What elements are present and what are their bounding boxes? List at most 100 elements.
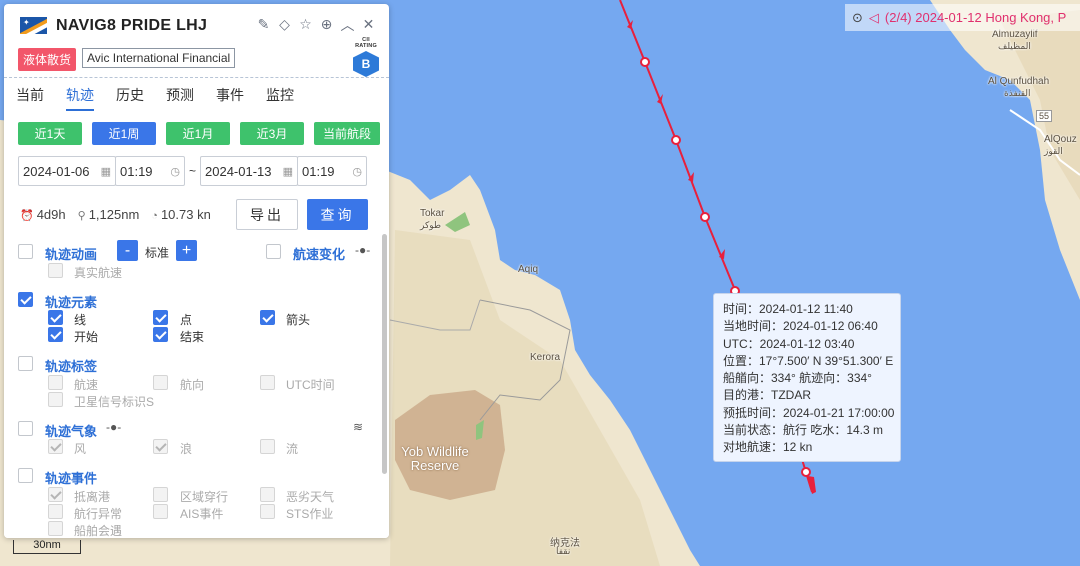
tooltip-status: 当前状态：航行 吃水：14.3 m [723, 423, 884, 438]
star-icon[interactable]: ☆ [297, 16, 314, 33]
tab-history[interactable]: 历史 [116, 84, 144, 112]
target-icon[interactable]: ⊕ [318, 16, 335, 33]
map-view[interactable]: Tokar طوكر Aqiq Kerora Yob Wildlife Rese… [0, 0, 1080, 566]
element-point-label: 点 [180, 313, 193, 327]
label-speed-label: 航速 [74, 378, 99, 392]
range-1month-button[interactable]: 近1月 [166, 122, 230, 145]
speed-change-checkbox[interactable] [266, 244, 281, 259]
distance-stat: ⚲ 1,125nm [78, 207, 140, 222]
place-almuzaylif-ar: المظيلف [998, 41, 1031, 51]
alarm-clock-icon: ⏰ [20, 210, 34, 222]
element-start-checkbox[interactable] [48, 327, 63, 342]
distance-icon: ⚲ [77, 210, 86, 222]
place-alqouz: AlQouz [1044, 134, 1077, 145]
event-weather-checkbox [260, 487, 275, 502]
end-date-field[interactable]: 2024-01-13 ▦ [200, 156, 298, 186]
back-icon[interactable]: ⊙ [852, 10, 863, 26]
place-tokar: Tokar [420, 208, 445, 219]
tab-monitor[interactable]: 监控 [266, 84, 294, 112]
edit-icon[interactable]: ✎ [255, 16, 272, 33]
labels-checkbox[interactable] [18, 356, 33, 371]
speed-plus-button[interactable]: + [176, 240, 197, 261]
place-tokar-ar: طوكر [420, 220, 442, 230]
elements-checkbox[interactable] [18, 292, 33, 307]
tab-events[interactable]: 事件 [216, 84, 244, 112]
tooltip-position: 位置：17°7.500′ N 39°51.300′ E [723, 353, 894, 368]
element-arrow-checkbox[interactable] [260, 310, 275, 325]
tooltip-eta: 预抵时间：2024-01-21 17:00:00 [723, 405, 895, 420]
flag-icon: ✦ [20, 17, 47, 34]
label-utc-label: UTC时间 [286, 378, 335, 392]
cii-rating[interactable]: CII RATING B [351, 37, 381, 77]
animation-checkbox[interactable] [18, 244, 33, 259]
weather-wave-label: 浪 [180, 442, 193, 456]
panel-header: ✦ NAVIG8 PRIDE LHJ ✎ ◇ ☆ ⊕ ︿ ✕ 液体散货 Avic… [4, 4, 389, 78]
collapse-icon[interactable]: ︿ [339, 16, 356, 33]
legend-line-icon: -●- [106, 420, 122, 434]
range-1week-button[interactable]: 近1周 [92, 122, 156, 145]
cii-grade: B [353, 51, 379, 77]
label-course-checkbox [153, 375, 168, 390]
owner-tag[interactable]: Avic International Financial [82, 48, 236, 68]
tag-icon[interactable]: ◇ [276, 16, 293, 33]
event-encounter-checkbox [48, 521, 63, 536]
range-1day-button[interactable]: 近1天 [18, 122, 82, 145]
speed-stat: ◔ 10.73 kn [151, 207, 211, 222]
speed-minus-button[interactable]: - [117, 240, 138, 261]
query-button[interactable]: 查询 [307, 199, 368, 230]
horn-icon: ◁ [868, 9, 879, 25]
export-button[interactable]: 导出 [236, 199, 298, 230]
playback-text: (2/4) 2024-01-12 Hong Kong, P [884, 10, 1067, 25]
tooltip-heading: 船艏向：334° 航迹向：334° [723, 371, 872, 386]
speed-label: 标准 [145, 246, 170, 260]
events-checkbox[interactable] [18, 468, 33, 483]
calendar-icon: ▦ [282, 165, 293, 178]
label-satellite-label: 卫星信号标识S [74, 395, 155, 409]
track-point [801, 467, 811, 477]
event-sts-checkbox [260, 504, 275, 519]
events-section-title: 轨迹事件 [45, 471, 98, 486]
elements-section-title: 轨迹元素 [45, 295, 98, 310]
playback-bar[interactable]: ⊙ ◁ (2/4) 2024-01-12 Hong Kong, P [845, 4, 1080, 31]
place-nakfa-ar: نقفا [556, 546, 571, 556]
weather-current-checkbox [260, 439, 275, 454]
vessel-type-tag: 液体散货 [18, 48, 77, 71]
label-satellite-checkbox [48, 392, 63, 407]
legend-line-icon: -●- [355, 243, 371, 257]
event-port-checkbox [48, 487, 63, 502]
range-3month-button[interactable]: 近3月 [240, 122, 304, 145]
range-current-leg-button[interactable]: 当前航段 [314, 122, 380, 145]
tooltip-time: 时间：2024-01-12 11:40 [723, 302, 853, 316]
end-time-field[interactable]: 01:19 ◷ [297, 156, 367, 186]
speed-change-title: 航速变化 [293, 247, 346, 262]
element-point-checkbox[interactable] [153, 310, 168, 325]
track-content: 近1天 近1周 近1月 近3月 当前航段 2024-01-06 ▦ 01:19 … [4, 114, 389, 538]
start-date-value: 2024-01-06 [23, 163, 90, 179]
range-separator: ~ [189, 164, 197, 178]
speed-value: 10.73 kn [160, 207, 211, 222]
header-actions: ✎ ◇ ☆ ⊕ ︿ ✕ [255, 16, 377, 33]
start-time-field[interactable]: 01:19 ◷ [115, 156, 185, 186]
panel-scrollbar[interactable] [382, 234, 387, 474]
tooltip-sog: 对地航速：12 kn [723, 440, 813, 455]
weather-wave-checkbox [153, 439, 168, 454]
map-scale: 30nm [13, 540, 81, 554]
element-end-checkbox[interactable] [153, 327, 168, 342]
event-anomaly-checkbox [48, 504, 63, 519]
element-end-label: 结束 [180, 330, 205, 344]
close-icon[interactable]: ✕ [360, 16, 377, 33]
place-kerora: Kerora [530, 352, 561, 363]
track-point [700, 212, 710, 222]
weather-wind-label: 风 [74, 442, 87, 456]
element-arrow-label: 箭头 [286, 313, 311, 327]
event-weather-label: 恶劣天气 [286, 490, 335, 504]
tab-current[interactable]: 当前 [16, 84, 44, 112]
tab-track[interactable]: 轨迹 [66, 84, 94, 112]
speedometer-icon: ◔ [151, 210, 158, 222]
calendar-icon: ▦ [100, 165, 111, 178]
element-line-checkbox[interactable] [48, 310, 63, 325]
label-utc-checkbox [260, 375, 275, 390]
weather-checkbox[interactable] [18, 421, 33, 436]
start-date-field[interactable]: 2024-01-06 ▦ [18, 156, 116, 186]
tab-forecast[interactable]: 预测 [166, 84, 194, 112]
